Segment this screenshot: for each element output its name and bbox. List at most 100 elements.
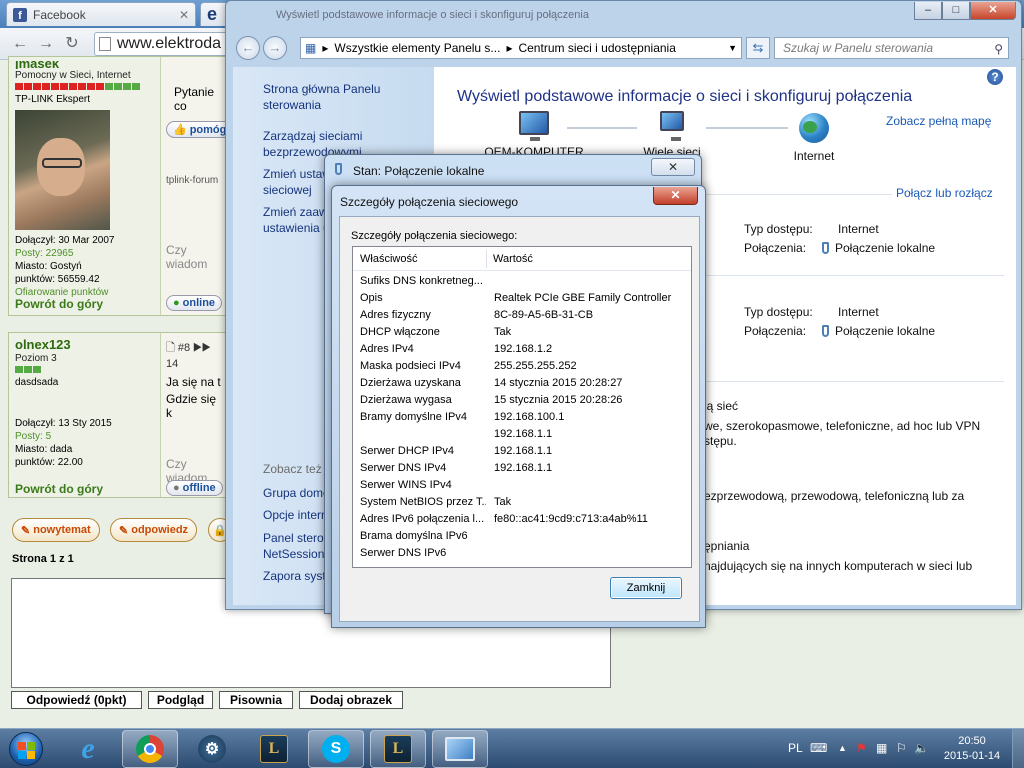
- taskbar-app-chrome[interactable]: [122, 730, 178, 768]
- value-cell: fe80::ac41:9cd9:c713:a4ab%11: [494, 513, 648, 525]
- forward-icon[interactable]: →: [263, 36, 287, 60]
- details-row[interactable]: Serwer DHCP IPv4 192.168.1.1: [353, 443, 691, 460]
- search-icon[interactable]: ⚲: [994, 39, 1003, 59]
- preview-button[interactable]: Podgląd: [148, 691, 213, 709]
- map-node-internet[interactable]: Internet: [779, 113, 849, 163]
- refresh-icon[interactable]: ⇆: [746, 37, 770, 59]
- breadcrumb-item[interactable]: Centrum sieci i udostępniania: [518, 41, 675, 55]
- help-icon[interactable]: ?: [987, 69, 1003, 85]
- details-row[interactable]: Serwer DNS IPv4 192.168.1.1: [353, 460, 691, 477]
- post-ref[interactable]: 🗋 #8 ▶▶ 14: [166, 339, 225, 370]
- breadcrumb[interactable]: ▦ ▸ Wszystkie elementy Panelu s... ▸ Cen…: [300, 37, 742, 59]
- submit-reply-button[interactable]: Odpowiedź (0pkt): [11, 691, 142, 709]
- search-input[interactable]: Szukaj w Panelu sterowania ⚲: [774, 37, 1009, 59]
- minimize-button[interactable]: –: [914, 2, 942, 20]
- maximize-button[interactable]: □: [942, 2, 970, 20]
- taskbar-app-lol[interactable]: L: [246, 730, 302, 768]
- column-header-value[interactable]: Wartość: [493, 253, 533, 265]
- close-button[interactable]: ✕: [651, 158, 695, 176]
- column-header-property[interactable]: Właściwość: [360, 253, 417, 265]
- reply-button[interactable]: ✎ odpowiedz: [110, 518, 198, 542]
- chevron-down-icon[interactable]: ▼: [728, 43, 737, 53]
- forward-icon[interactable]: →: [36, 34, 56, 54]
- value-cell: 255.255.255.252: [494, 360, 577, 372]
- setup-network-link[interactable]: ją sieć: [704, 399, 738, 413]
- dialog-body: Szczegóły połączenia sieciowego: Właściw…: [339, 216, 700, 622]
- action-center-flag-icon[interactable]: ⚑: [856, 741, 867, 755]
- details-row[interactable]: Serwer DNS IPv6: [353, 545, 691, 562]
- dialog-title: Szczegóły połączenia sieciowego: [340, 195, 519, 209]
- reload-icon[interactable]: ↻: [62, 34, 82, 54]
- back-icon[interactable]: ←: [10, 34, 30, 54]
- poster-username[interactable]: jmasek: [15, 61, 154, 69]
- details-row[interactable]: Dzierżawa wygasa 15 stycznia 2015 20:28:2…: [353, 392, 691, 409]
- access-type-label: Typ dostępu:: [744, 222, 813, 236]
- sharing-link[interactable]: ępniania: [704, 539, 749, 553]
- details-row[interactable]: Bramy domyślne IPv4 192.168.100.1: [353, 409, 691, 426]
- details-row[interactable]: DHCP włączone Tak: [353, 324, 691, 341]
- notification-icon[interactable]: ⚐: [896, 741, 907, 755]
- connect-disconnect-link[interactable]: Połącz lub rozłącz: [896, 186, 993, 200]
- nav-control-panel-home[interactable]: Strona główna Panelu sterowania: [263, 81, 428, 113]
- close-button[interactable]: ✕: [653, 187, 698, 205]
- details-row[interactable]: Adres fizyczny 8C-89-A5-6B-31-CB: [353, 307, 691, 324]
- poster-title: TP-LINK Ekspert: [15, 94, 91, 105]
- address-bar[interactable]: www.elektroda: [94, 32, 234, 56]
- details-row[interactable]: Serwer WINS IPv4: [353, 477, 691, 494]
- details-row[interactable]: System NetBIOS przez T... Tak: [353, 494, 691, 511]
- back-to-top-link[interactable]: Powrót do góry: [15, 297, 103, 311]
- forum-post: jmasek Pomocny w Sieci, Internet TP-LINK…: [8, 56, 234, 316]
- zamknij-button[interactable]: Zamknij: [610, 577, 682, 599]
- ethernet-icon: [822, 325, 829, 337]
- map-node-computer[interactable]: OEM-KOMPUTER: [484, 111, 584, 159]
- see-full-map-link[interactable]: Zobacz pełną mapę: [886, 114, 991, 128]
- taskbar-app-network-center[interactable]: [432, 730, 488, 768]
- taskbar-app-skype[interactable]: S: [308, 730, 364, 768]
- breadcrumb-item[interactable]: Wszystkie elementy Panelu s...: [334, 41, 500, 55]
- taskbar-app-steam[interactable]: ⚙: [184, 730, 240, 768]
- post-page-icon: 🗋: [166, 342, 175, 354]
- details-row[interactable]: Dzierżawa uzyskana 14 stycznia 2015 20:28…: [353, 375, 691, 392]
- clock[interactable]: 20:50 2015-01-14: [932, 734, 1012, 764]
- show-hidden-icons-icon[interactable]: ▲: [838, 743, 847, 753]
- browser-tab-facebook[interactable]: f Facebook ✕: [6, 2, 196, 26]
- close-button[interactable]: ✕: [970, 2, 1016, 20]
- poster-posts[interactable]: Posty: 22965: [15, 247, 154, 260]
- connection-line: [706, 127, 788, 129]
- property-cell: Bramy domyślne IPv4: [360, 411, 467, 423]
- keyboard-icon[interactable]: ⌨: [810, 741, 827, 755]
- language-indicator[interactable]: PL: [788, 741, 803, 755]
- rank-bar: [15, 366, 154, 373]
- details-list[interactable]: Właściwość Wartość Sufiks DNS konkretneg…: [352, 246, 692, 568]
- network-tray-icon[interactable]: ▦: [876, 741, 887, 755]
- show-desktop-button[interactable]: [1012, 729, 1024, 768]
- details-row[interactable]: Sufiks DNS konkretneg...: [353, 273, 691, 290]
- details-row[interactable]: 192.168.1.1: [353, 426, 691, 443]
- details-row[interactable]: Brama domyślna IPv6: [353, 528, 691, 545]
- details-row[interactable]: Adres IPv6 połączenia l... fe80::ac41:9cd…: [353, 511, 691, 528]
- tab-close-icon[interactable]: ✕: [179, 8, 189, 22]
- column-divider[interactable]: [486, 250, 487, 268]
- value-cell: 192.168.1.1: [494, 445, 553, 457]
- post-signature: tplink-forum: [166, 175, 219, 186]
- map-node-network[interactable]: Wiele sieci: [622, 111, 722, 159]
- start-button[interactable]: [2, 730, 52, 768]
- internet-explorer-icon: e: [81, 732, 95, 765]
- add-image-button[interactable]: Dodaj obrazek: [299, 691, 403, 709]
- spellcheck-button[interactable]: Pisownia: [219, 691, 293, 709]
- back-icon[interactable]: ←: [236, 36, 260, 60]
- divider: [704, 275, 1004, 276]
- connection-link[interactable]: Połączenie lokalne: [822, 241, 935, 255]
- back-to-top-link[interactable]: Powrót do góry: [15, 482, 103, 496]
- poster-username[interactable]: olnex123: [15, 337, 154, 352]
- new-topic-button[interactable]: ✎ nowytemat: [12, 518, 100, 542]
- details-row[interactable]: Opis Realtek PCIe GBE Family Controller: [353, 290, 691, 307]
- help-button[interactable]: 👍 pomóg: [166, 121, 234, 138]
- details-row[interactable]: Adres IPv4 192.168.1.2: [353, 341, 691, 358]
- taskbar-app-lol-client[interactable]: L: [370, 730, 426, 768]
- taskbar-app-ie[interactable]: e: [60, 730, 116, 768]
- volume-icon[interactable]: 🔈: [914, 741, 929, 755]
- details-row[interactable]: Maska podsieci IPv4 255.255.255.252: [353, 358, 691, 375]
- connection-link[interactable]: Połączenie lokalne: [822, 324, 935, 338]
- poster-posts[interactable]: Posty: 5: [15, 430, 154, 443]
